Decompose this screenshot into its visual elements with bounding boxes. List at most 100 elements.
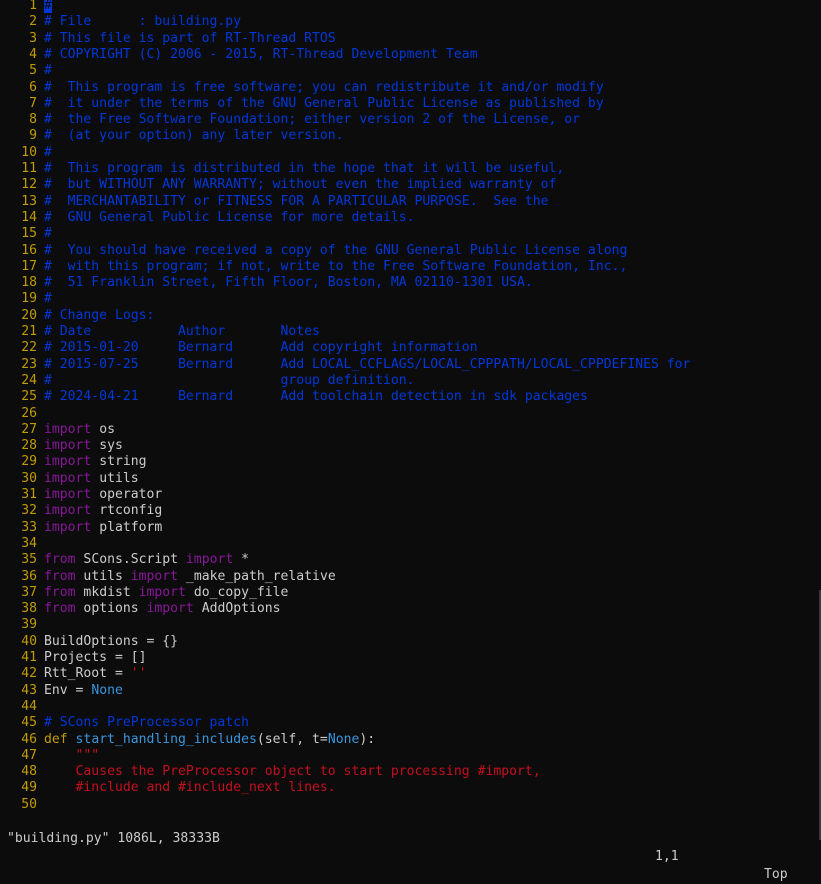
status-file-info: "building.py" 1086L, 38333B <box>7 831 220 846</box>
line-content: # You should have received a copy of the… <box>44 243 627 258</box>
code-line[interactable]: 49 #include and #include_next lines. <box>0 780 335 796</box>
line-content: # <box>44 226 52 241</box>
line-content: # This program is free software; you can… <box>44 80 604 95</box>
line-number: 18 <box>21 275 37 291</box>
code-token: '' <box>130 666 147 682</box>
code-token: # MERCHANTABILITY or FITNESS FOR A PARTI… <box>44 193 549 209</box>
code-line[interactable]: 8 # the Free Software Foundation; either … <box>0 112 580 128</box>
code-line[interactable]: 48 Causes the PreProcessor object to sta… <box>0 764 540 780</box>
line-content: """ <box>44 748 100 763</box>
line-number: 45 <box>21 715 37 731</box>
line-number: 22 <box>21 340 37 356</box>
code-token: # You should have received a copy of the… <box>44 242 628 258</box>
line-content: # group definition. <box>44 373 415 388</box>
code-line[interactable]: 37 from mkdist import do_copy_file <box>0 585 288 601</box>
code-line[interactable]: 9 # (at your option) any later version. <box>0 128 344 144</box>
code-line[interactable]: 20 # Change Logs: <box>0 308 154 324</box>
code-token: import <box>44 470 92 486</box>
code-line[interactable]: 40 BuildOptions = {} <box>0 634 178 650</box>
line-number: 8 <box>29 112 37 128</box>
code-line[interactable]: 4 # COPYRIGHT (C) 2006 - 2015, RT-Thread … <box>0 46 478 63</box>
code-token: platform <box>91 519 163 535</box>
code-line[interactable]: 1 # <box>0 0 52 14</box>
code-token: # COPYRIGHT (C) 2006 - 2015, RT-Thread D… <box>44 46 478 62</box>
code-line[interactable]: 35 from SCons.Script import * <box>0 552 249 568</box>
code-line[interactable]: 13 # MERCHANTABILITY or FITNESS FOR A PAR… <box>0 193 549 210</box>
code-line[interactable]: 32 import rtconfig <box>0 503 162 519</box>
line-number: 50 <box>21 796 37 811</box>
code-line[interactable]: 36 from utils import _make_path_relative <box>0 569 336 585</box>
code-token: import <box>44 438 92 454</box>
editor-buffer[interactable]: 1 #2 # File : building.py 3 # This file is p… <box>0 0 821 811</box>
code-line[interactable]: 44 <box>0 699 44 715</box>
code-line[interactable]: 47 """ <box>0 748 99 764</box>
code-line[interactable]: 2 # File : building.py <box>0 14 241 30</box>
code-token: start_handling_includes <box>75 731 257 747</box>
code-line[interactable]: 38 from options import AddOptions <box>0 601 281 617</box>
code-line[interactable]: 33 import platform <box>0 520 162 536</box>
code-line[interactable]: 23 # 2015-07-25 Bernard Add LOCAL_CCFLAGS… <box>0 357 690 373</box>
status-cursor-position: 1,1 <box>655 849 679 864</box>
line-content: # <box>44 0 52 13</box>
code-line[interactable]: 42 Rtt_Root = '' <box>0 666 147 682</box>
code-token: from <box>44 584 76 600</box>
code-line[interactable]: 15 # <box>0 226 52 242</box>
line-content: # Date Author Notes <box>44 324 320 339</box>
code-line[interactable]: 45 # SCons PreProcessor patch <box>0 715 249 731</box>
code-line[interactable]: 29 import string <box>0 454 147 470</box>
text-cursor: # <box>44 0 52 13</box>
code-line[interactable]: 14 # GNU General Public License for more … <box>0 209 414 226</box>
code-token: utils <box>75 568 131 584</box>
code-line[interactable]: 19 # <box>0 291 52 307</box>
code-token: # 2024-04-21 Bernard Add toolchain detec… <box>44 389 588 405</box>
code-token: # <box>44 291 52 307</box>
code-line[interactable]: 21 # Date Author Notes <box>0 324 320 340</box>
line-content: Env = None <box>44 683 123 698</box>
code-line[interactable]: 27 import os <box>0 422 115 438</box>
line-content: # <box>44 145 52 160</box>
code-line[interactable]: 7 # it under the terms of the GNU General… <box>0 96 604 112</box>
code-line[interactable]: 24 # group definition. <box>0 373 415 389</box>
line-content: Projects = [] <box>44 650 146 665</box>
code-line[interactable]: 10 # <box>0 145 52 161</box>
code-line[interactable]: 30 import utils <box>0 470 138 487</box>
line-content: # File : building.py <box>44 14 241 29</box>
code-line[interactable]: 28 import sys <box>0 438 123 454</box>
code-token: def <box>44 731 68 747</box>
code-token: # it under the terms of the GNU General … <box>44 95 604 111</box>
code-token: # the Free Software Foundation; either v… <box>44 112 581 128</box>
code-line[interactable]: 12 # but WITHOUT ANY WARRANTY; without ev… <box>0 177 556 193</box>
code-token: _make_path_relative <box>178 568 336 584</box>
line-content: import rtconfig <box>44 503 162 518</box>
line-number: 29 <box>21 454 37 470</box>
code-line[interactable]: 46 def start_handling_includes(self, t=No… <box>0 732 375 748</box>
code-token: # 51 Franklin Street, Fifth Floor, Bosto… <box>44 275 533 291</box>
code-line[interactable]: 34 <box>0 536 44 552</box>
code-line[interactable]: 50 <box>0 797 44 811</box>
code-token: import <box>146 601 194 617</box>
line-number: 27 <box>21 421 37 437</box>
code-line[interactable]: 18 # 51 Franklin Street, Fifth Floor, Bos… <box>0 275 533 291</box>
code-line[interactable]: 31 import operator <box>0 487 162 503</box>
code-line[interactable]: 17 # with this program; if not, write to … <box>0 259 627 275</box>
code-line[interactable]: 3 # This file is part of RT-Thread RTOS <box>0 31 336 47</box>
line-number: 20 <box>21 307 37 323</box>
line-content: from options import AddOptions <box>44 601 281 616</box>
line-number: 14 <box>21 209 37 225</box>
code-line[interactable]: 43 Env = None <box>0 683 123 699</box>
code-line[interactable]: 25 # 2024-04-21 Bernard Add toolchain det… <box>0 389 588 405</box>
code-line[interactable]: 6 # This program is free software; you ca… <box>0 80 604 96</box>
code-token: os <box>91 421 115 437</box>
code-line[interactable]: 26 <box>0 406 44 422</box>
line-number: 38 <box>21 601 37 617</box>
line-content: # but WITHOUT ANY WARRANTY; without even… <box>44 177 556 192</box>
code-line[interactable]: 16 # You should have received a copy of t… <box>0 243 627 259</box>
code-line[interactable]: 22 # 2015-01-20 Bernard Add copyright inf… <box>0 340 477 356</box>
code-line[interactable]: 41 Projects = [] <box>0 650 146 666</box>
code-line[interactable]: 11 # This program is distributed in the h… <box>0 161 564 177</box>
code-token: # SCons PreProcessor patch <box>44 715 249 731</box>
code-line[interactable]: 39 <box>0 617 44 633</box>
code-token: string <box>91 454 147 470</box>
code-line[interactable]: 5 # <box>0 63 52 79</box>
code-token: # (at your option) any later version. <box>44 128 344 144</box>
